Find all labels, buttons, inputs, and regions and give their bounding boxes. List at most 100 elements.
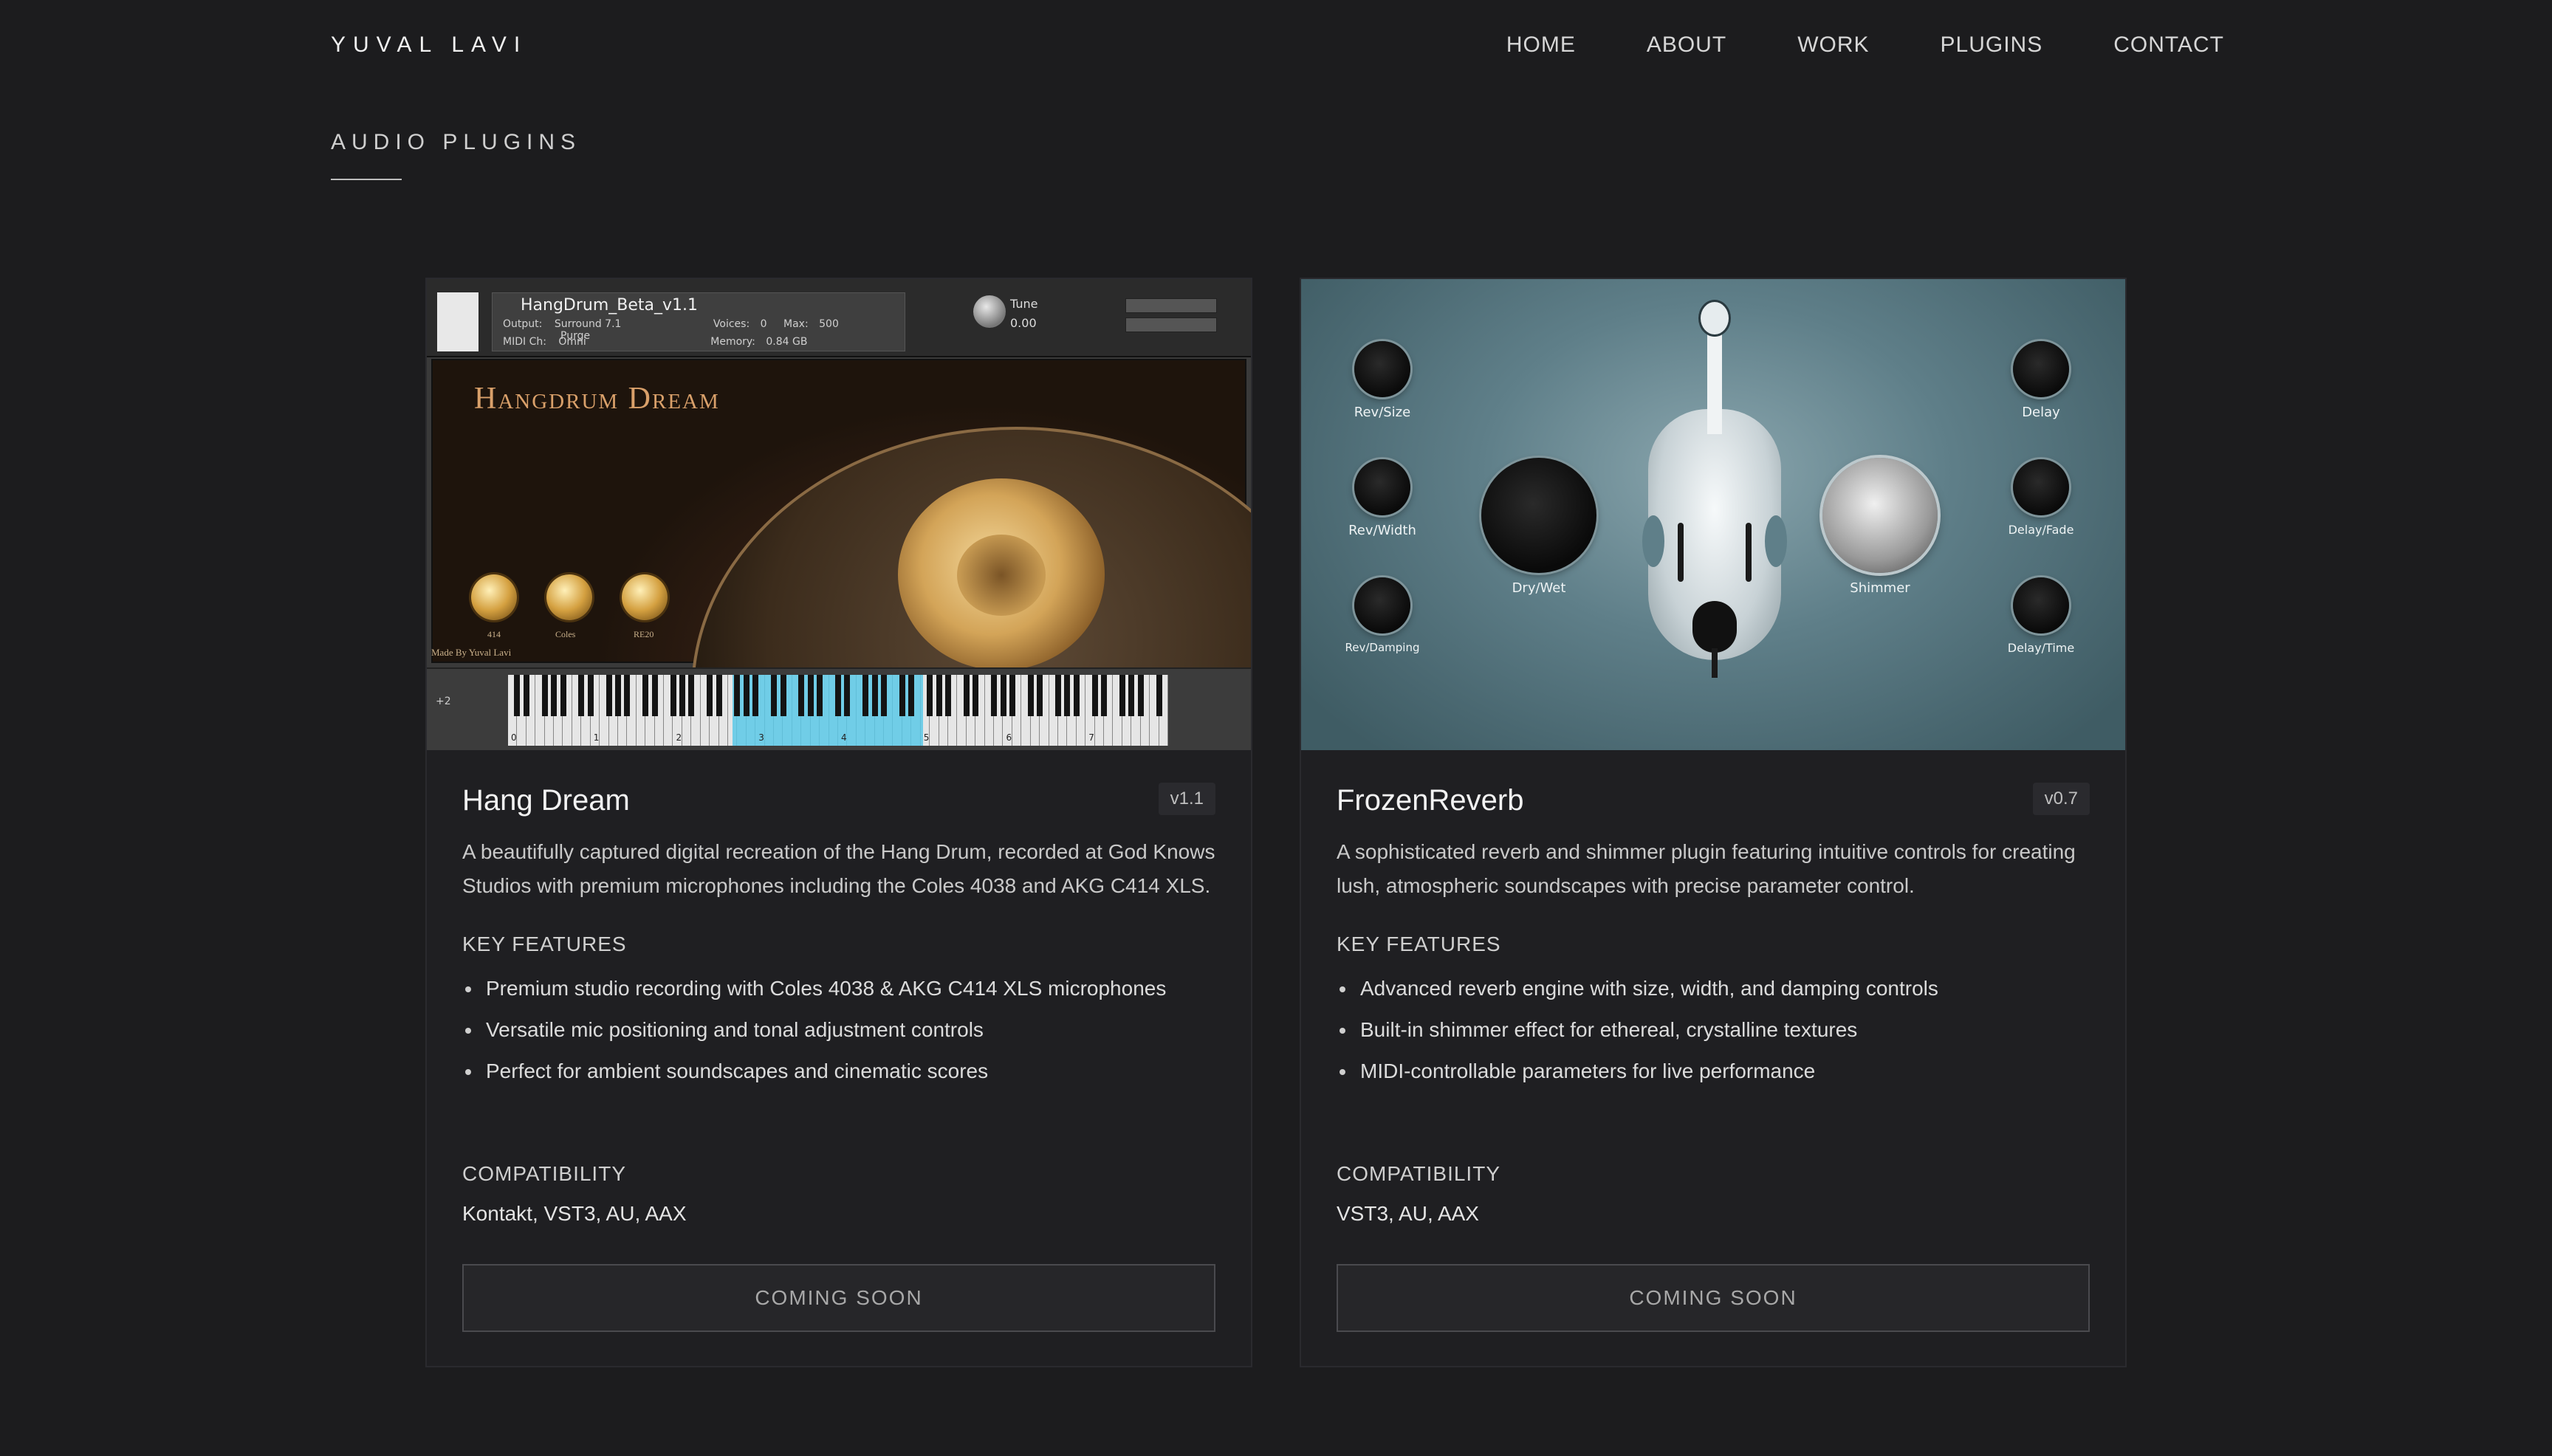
knob-label-dry-wet: Dry/Wet: [1512, 580, 1566, 596]
piano-black-key: [707, 675, 713, 716]
piano-black-key: [881, 675, 888, 716]
plugin-card-hang-dream: HangDrum_Beta_v1.1 Output: Surround 7.1 …: [425, 278, 1252, 1367]
piano-black-key: [560, 675, 566, 716]
piano-black-key: [908, 675, 915, 716]
octave-label: 1: [593, 732, 600, 743]
piano-black-key: [973, 675, 979, 716]
piano-black-key: [688, 675, 695, 716]
features-list: Advanced reverb engine with size, width,…: [1337, 968, 2090, 1092]
piano-black-key: [1073, 675, 1080, 716]
knob-delay-fade[interactable]: [2013, 459, 2069, 515]
knob-label-rev-damping: Rev/Damping: [1345, 641, 1420, 654]
piano-black-key: [871, 675, 878, 716]
piano-black-key: [927, 675, 933, 716]
feature-item: Versatile mic positioning and tonal adju…: [462, 1009, 1215, 1051]
piano-black-key: [963, 675, 970, 716]
plugin-screenshot-frozenreverb: Rev/Size Rev/Width Rev/Damping Dry/Wet S…: [1301, 279, 2125, 750]
piano-black-key: [651, 675, 658, 716]
coming-soon-button[interactable]: COMING SOON: [1337, 1264, 2090, 1332]
piano-black-key: [798, 675, 805, 716]
knob-shimmer[interactable]: [1822, 458, 1938, 573]
section-title: AUDIO PLUGINS: [331, 130, 582, 154]
nav-contact[interactable]: CONTACT: [2113, 32, 2224, 58]
piano-black-key: [1037, 675, 1043, 716]
feature-item: Premium studio recording with Coles 4038…: [462, 968, 1215, 1009]
brand-logo[interactable]: YUVAL LAVI: [331, 32, 527, 58]
piano-black-key: [835, 675, 841, 716]
section-underline: [331, 179, 402, 180]
features-title: KEY FEATURES: [1337, 933, 1501, 955]
version-badge: v1.1: [1158, 783, 1215, 815]
knob-rev-damping[interactable]: [1354, 577, 1410, 633]
piano-black-key: [945, 675, 951, 716]
piano-black-key: [862, 675, 869, 716]
octave-label: 2: [676, 732, 682, 743]
level-meter-r: [1125, 317, 1217, 332]
page: YUVAL LAVI HOME ABOUT WORK PLUGINS CONTA…: [0, 0, 2552, 1456]
nav-plugins[interactable]: PLUGINS: [1941, 32, 2043, 58]
piano-black-key: [606, 675, 612, 716]
nav-about[interactable]: ABOUT: [1647, 32, 1726, 58]
keyboard-area: +2 0 1 2 3 4 5 6 7: [427, 667, 1251, 750]
piano-black-key: [541, 675, 548, 716]
octave-label: 7: [1088, 732, 1094, 743]
knob-rev-width[interactable]: [1354, 459, 1410, 515]
knob-rev-size[interactable]: [1354, 341, 1410, 397]
piano-black-key: [1009, 675, 1015, 716]
piano-black-key: [1027, 675, 1034, 716]
piano-black-key: [514, 675, 521, 716]
piano-black-key: [771, 675, 778, 716]
piano-black-key: [587, 675, 594, 716]
compatibility-title: COMPATIBILITY: [1337, 1162, 1500, 1185]
feature-item: Perfect for ambient soundscapes and cine…: [462, 1051, 1215, 1092]
piano-black-key: [899, 675, 905, 716]
coming-soon-button[interactable]: COMING SOON: [462, 1264, 1215, 1332]
main-nav: HOME ABOUT WORK PLUGINS CONTACT: [1506, 32, 2224, 58]
octave-label: 4: [841, 732, 847, 743]
knob-label-rev-width: Rev/Width: [1348, 523, 1416, 538]
piano-black-key: [1156, 675, 1162, 716]
tune-knob: [973, 295, 1006, 328]
nav-work[interactable]: WORK: [1797, 32, 1869, 58]
features-title: KEY FEATURES: [462, 933, 627, 955]
piano-black-key: [1000, 675, 1006, 716]
knob-delay-time[interactable]: [2013, 577, 2069, 633]
piano-black-key: [1128, 675, 1135, 716]
kontakt-ui: HangDrum_Beta_v1.1 Output: Surround 7.1 …: [427, 279, 1251, 750]
card-body: FrozenReverb v0.7 A sophisticated reverb…: [1337, 783, 2090, 1092]
piano-black-key: [1064, 675, 1071, 716]
knob-delay[interactable]: [2013, 341, 2069, 397]
piano-black-key: [1101, 675, 1108, 716]
knob-dry-wet[interactable]: [1481, 458, 1596, 573]
piano-black-key: [670, 675, 676, 716]
nav-home[interactable]: HOME: [1506, 32, 1576, 58]
piano-black-key: [1091, 675, 1098, 716]
mic-knob-coles: [546, 574, 592, 620]
piano-black-key: [615, 675, 621, 716]
hang-drum-center: [957, 535, 1046, 616]
card-header: Hang Dream v1.1: [462, 783, 1215, 817]
piano-black-key: [578, 675, 585, 716]
midi-row: MIDI Ch: Omni Memory: 0.84 GB: [503, 336, 808, 348]
compatibility-value: Kontakt, VST3, AU, AAX: [462, 1202, 687, 1225]
feature-item: Built-in shimmer effect for ethereal, cr…: [1337, 1009, 2090, 1051]
mic-label-coles: Coles: [555, 629, 576, 639]
kontakt-logo: [437, 292, 478, 351]
knob-label-shimmer: Shimmer: [1850, 580, 1910, 596]
card-body: Hang Dream v1.1 A beautifully captured d…: [462, 783, 1215, 1092]
piano-black-key: [679, 675, 685, 716]
piano-keyboard: 0 1 2 3 4 5 6 7: [508, 675, 1168, 746]
knob-label-rev-size: Rev/Size: [1354, 405, 1411, 420]
piano-black-key: [523, 675, 529, 716]
piano-black-key: [752, 675, 759, 716]
piano-black-key: [734, 675, 741, 716]
feature-item: Advanced reverb engine with size, width,…: [1337, 968, 2090, 1009]
version-badge: v0.7: [2032, 783, 2090, 815]
instrument-panel: HangDrum_Beta_v1.1 Output: Surround 7.1 …: [492, 292, 905, 351]
octave-label: 6: [1006, 732, 1012, 743]
plugin-screenshot-kontakt: HangDrum_Beta_v1.1 Output: Surround 7.1 …: [427, 279, 1251, 750]
piano-black-key: [780, 675, 786, 716]
mic-label-re20: RE20: [634, 629, 654, 639]
piano-black-key: [1055, 675, 1061, 716]
piano-black-key: [936, 675, 942, 716]
